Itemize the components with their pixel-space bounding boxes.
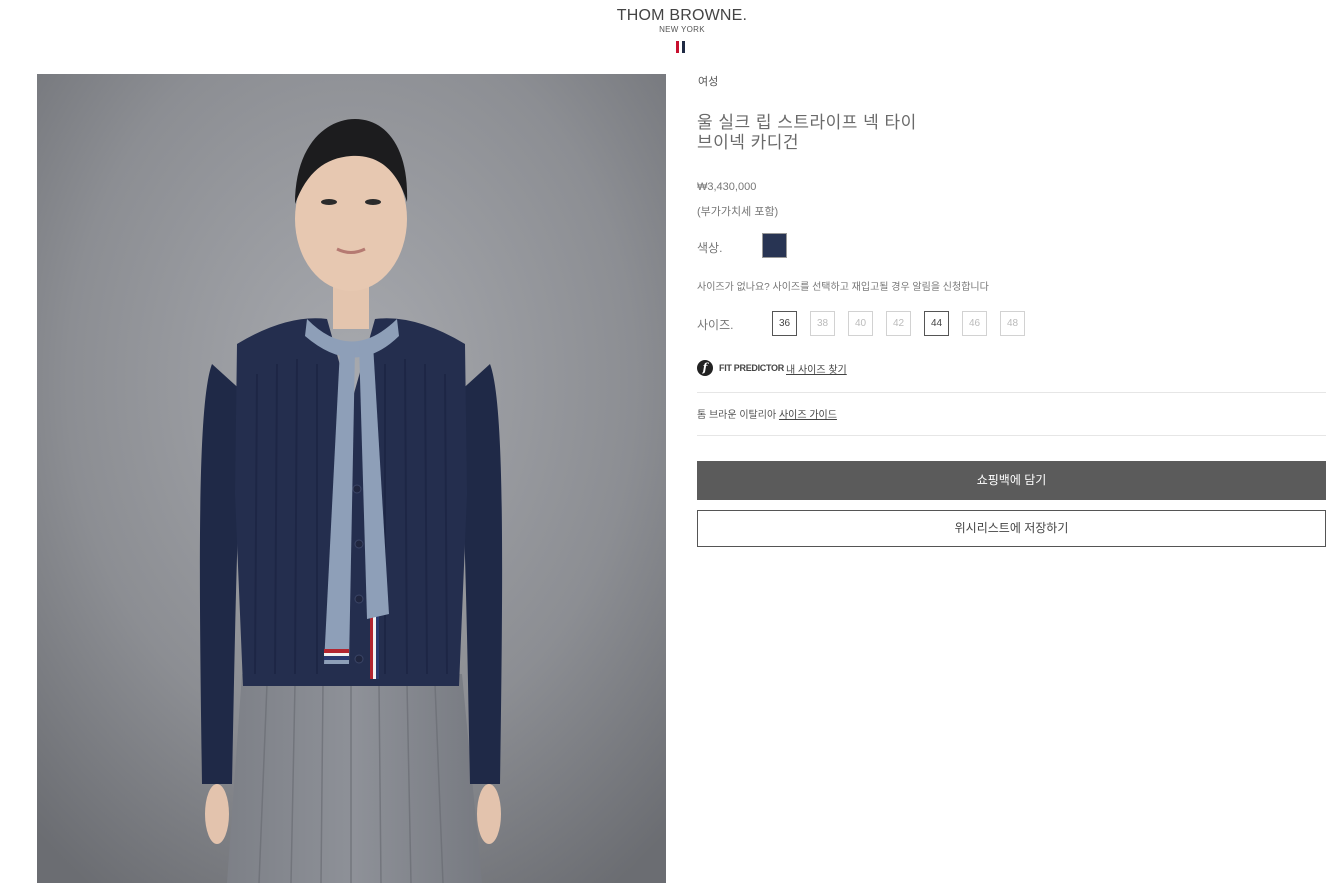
vat-note: (부가가치세 포함) [697, 206, 779, 218]
product-category[interactable]: 여성 [698, 73, 718, 89]
product-title: 울 실크 립 스트라이프 넥 타이 브이넥 카디건 [697, 113, 997, 153]
size-notify-notice: 사이즈가 없나요? 사이즈를 선택하고 재입고될 경우 알림을 신청합니다 [697, 282, 989, 293]
size-option-48[interactable]: 48 [1000, 311, 1025, 336]
fit-predictor: f FIT PREDICTOR 내 사이즈 찾기 [697, 360, 997, 377]
size-option-44[interactable]: 44 [924, 311, 949, 336]
product-title-line-2: 브이넥 카디건 [697, 133, 800, 152]
size-option-46[interactable]: 46 [962, 311, 987, 336]
brand-logo[interactable]: THOM BROWNE. [0, 7, 1341, 25]
size-guide-prefix: 톰 브라운 이탈리아 [697, 410, 777, 421]
brand-logo-subtitle: NEW YORK [659, 25, 705, 34]
tricolor-flag-icon [676, 41, 688, 53]
size-guide-link[interactable]: 사이즈 가이드 [779, 410, 837, 421]
product-price: ₩3,430,000 [697, 181, 757, 193]
flag-stripe-red [676, 41, 679, 53]
size-option-36[interactable]: 36 [772, 311, 797, 336]
product-title-line-1: 울 실크 립 스트라이프 넥 타이 [697, 113, 917, 132]
add-to-bag-button[interactable]: 쇼핑백에 담기 [697, 461, 1326, 500]
divider [697, 392, 1326, 393]
save-to-wishlist-button[interactable]: 위시리스트에 저장하기 [697, 510, 1326, 547]
flag-stripe-navy [682, 41, 685, 53]
size-label: 사이즈. [697, 318, 734, 332]
divider [697, 435, 1326, 436]
size-option-38[interactable]: 38 [810, 311, 835, 336]
size-option-40[interactable]: 40 [848, 311, 873, 336]
color-swatch-navy[interactable] [762, 233, 787, 258]
size-option-42[interactable]: 42 [886, 311, 911, 336]
fit-predictor-label: FIT PREDICTOR [719, 363, 784, 373]
model-illustration [37, 74, 666, 883]
size-guide-row: 톰 브라운 이탈리아 사이즈 가이드 [697, 406, 837, 421]
find-my-size-link[interactable]: 내 사이즈 찾기 [786, 361, 847, 376]
product-image[interactable] [37, 74, 666, 883]
fit-predictor-icon: f [697, 360, 713, 376]
site-header: THOM BROWNE. NEW YORK [0, 0, 1341, 62]
color-label: 색상. [697, 241, 723, 255]
